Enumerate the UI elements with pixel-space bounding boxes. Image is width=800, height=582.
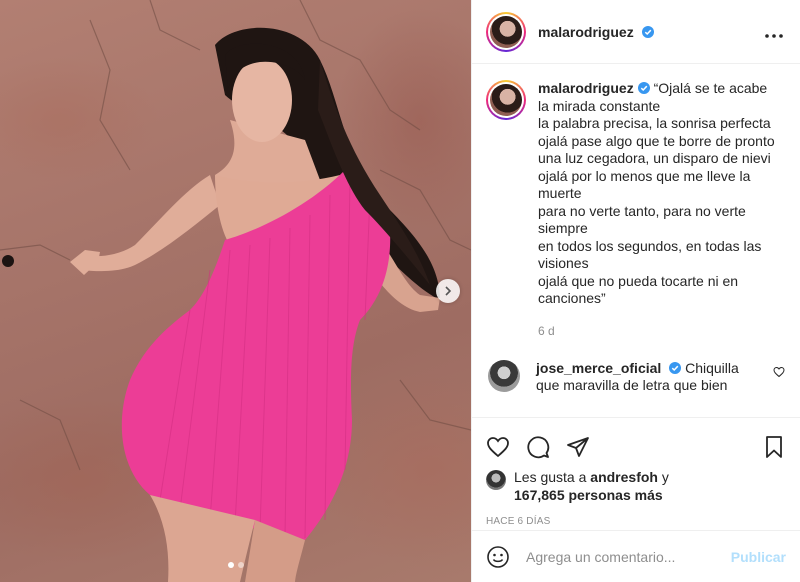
- carousel-indicator: [0, 562, 471, 568]
- verified-badge-icon: [637, 82, 650, 94]
- caption-text: malarodriguez “Ojalá se te acabe la mira…: [538, 80, 786, 308]
- liker-username[interactable]: andresfoh: [590, 469, 658, 485]
- more-options-button[interactable]: [762, 23, 786, 41]
- publish-comment-button[interactable]: Publicar: [731, 549, 786, 565]
- carousel-dot: [237, 562, 244, 568]
- chevron-right-icon: [445, 286, 452, 296]
- liker-avatar: [486, 470, 506, 490]
- likes-prefix: Les gusta a: [514, 469, 587, 485]
- post-header: malarodriguez: [472, 0, 800, 64]
- author-avatar[interactable]: [486, 11, 526, 52]
- more-horizontal-icon: [765, 33, 783, 38]
- comment-icon: [527, 436, 550, 459]
- heart-icon: [487, 437, 509, 458]
- caption: malarodriguez “Ojalá se te acabe la mira…: [486, 80, 786, 338]
- smiley-icon[interactable]: [486, 545, 510, 569]
- post-actions: [472, 418, 800, 466]
- caption-timestamp[interactable]: 6 d: [538, 324, 786, 338]
- save-button[interactable]: [762, 435, 786, 459]
- caption-author-avatar[interactable]: [486, 80, 526, 120]
- commenter-avatar[interactable]: [488, 359, 520, 392]
- post-timestamp[interactable]: HACE 6 DÍAS: [472, 516, 800, 527]
- verified-badge-icon: [641, 25, 654, 38]
- comment-item: jose_merce_oficial Chiquilla que maravil…: [486, 359, 786, 395]
- carousel-dot-active: [227, 562, 234, 568]
- comment-button[interactable]: [526, 435, 550, 459]
- share-button[interactable]: [566, 435, 590, 459]
- like-button[interactable]: [486, 435, 510, 459]
- likes-summary[interactable]: Les gusta a andresfoh y 167,865 personas…: [472, 468, 800, 504]
- verified-badge-icon: [669, 361, 682, 374]
- likes-count[interactable]: 167,865 personas más: [514, 487, 663, 503]
- caption-body: “Ojalá se te acabe la mirada constante l…: [538, 80, 775, 306]
- carousel-next-button[interactable]: [436, 279, 460, 303]
- comment-like-heart-icon[interactable]: [772, 366, 786, 378]
- commenter-username[interactable]: jose_merce_oficial: [536, 360, 661, 376]
- post-photo: [0, 0, 471, 582]
- post-side-panel: malarodriguez malarodriguez “Ojalá se te…: [471, 0, 800, 582]
- caption-username[interactable]: malarodriguez: [538, 80, 634, 96]
- comments-list[interactable]: malarodriguez “Ojalá se te acabe la mira…: [472, 64, 800, 418]
- post-media[interactable]: [0, 0, 471, 582]
- author-username[interactable]: malarodriguez: [538, 24, 654, 40]
- bookmark-icon: [766, 436, 782, 458]
- likes-conjunction: y: [661, 469, 669, 485]
- paper-plane-icon: [567, 437, 589, 457]
- comment-input[interactable]: [526, 548, 723, 565]
- instagram-post: malarodriguez malarodriguez “Ojalá se te…: [0, 0, 800, 582]
- add-comment-bar: Publicar: [472, 530, 800, 582]
